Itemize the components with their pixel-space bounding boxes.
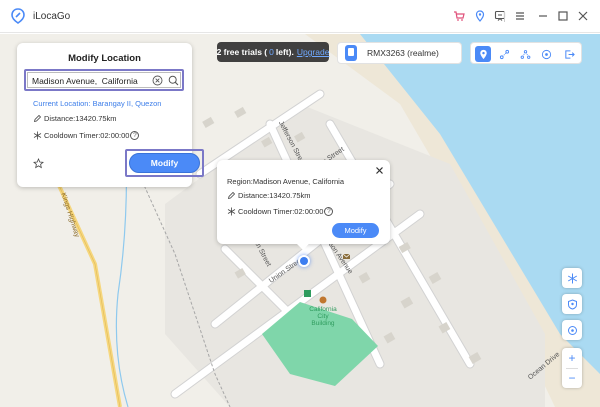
export-button[interactable] — [561, 46, 577, 62]
clear-icon[interactable] — [152, 75, 163, 86]
popup-close-icon[interactable] — [375, 166, 384, 175]
shield-icon — [567, 298, 577, 310]
distance-row: Distance:13420.75km — [33, 114, 117, 123]
multi-spot-mode-button[interactable] — [517, 46, 533, 62]
current-location: Current Location: Barangay II, Quezon — [33, 99, 162, 108]
location-icon — [479, 49, 487, 59]
trial-count: 0 — [269, 47, 274, 57]
joystick-mode-button[interactable] — [538, 46, 554, 62]
popup-cooldown-row: Cooldown Timer:02:00:00 ? — [227, 207, 334, 216]
cooldown-text: Cooldown Timer:02:00:00 — [44, 131, 130, 140]
mode-toolbar — [470, 42, 582, 64]
trial-banner: 2 free trials ( 0 left). Upgrade — [217, 42, 329, 62]
teleport-mode-button[interactable] — [475, 46, 491, 62]
trial-suffix: left). — [275, 47, 294, 57]
popup-cooldown-text: Cooldown Timer:02:00:00 — [238, 207, 324, 216]
device-selector[interactable]: RMX3263 (realme) — [337, 42, 462, 64]
panel-title: Modify Location — [68, 53, 141, 64]
favorite-star-icon[interactable] — [33, 158, 44, 169]
cart-icon[interactable] — [452, 9, 466, 23]
phone-icon — [345, 45, 357, 61]
location-popup: Region:Madison Avenue, California Distan… — [217, 160, 390, 250]
location-pin-marker[interactable] — [298, 255, 310, 267]
shield-button[interactable] — [562, 294, 582, 314]
export-icon — [564, 49, 575, 59]
zoom-out-button[interactable]: − — [562, 368, 582, 388]
snowflake-icon — [227, 207, 236, 216]
pencil-icon — [227, 191, 236, 200]
zoom-control: + − — [562, 348, 582, 388]
title-bar: iLocaGo — [0, 0, 600, 33]
popup-distance-row: Distance:13420.75km — [227, 191, 311, 200]
route-icon — [499, 49, 509, 59]
pencil-icon — [33, 114, 42, 123]
close-icon[interactable] — [576, 9, 590, 23]
upgrade-link[interactable]: Upgrade — [297, 47, 330, 57]
location-pin-icon[interactable] — [473, 9, 487, 23]
joystick-icon — [541, 49, 551, 59]
snowflake-icon — [33, 131, 42, 140]
multi-route-icon — [520, 49, 530, 59]
modify-highlight: Modify — [125, 149, 204, 177]
search-icon[interactable] — [168, 75, 179, 86]
search-input[interactable] — [32, 75, 142, 87]
zoom-in-button[interactable]: + — [562, 348, 582, 368]
popup-distance-text: Distance:13420.75km — [238, 191, 311, 200]
search-highlight — [24, 69, 184, 91]
two-spot-mode-button[interactable] — [496, 46, 512, 62]
poi-label-line-1: California — [309, 306, 337, 313]
modify-button[interactable]: Modify — [129, 153, 200, 173]
cooldown-toggle-button[interactable] — [562, 268, 582, 288]
poi-label-city-building: California City Building — [305, 306, 341, 327]
modify-location-panel: Modify Location Current Location: Barang… — [17, 43, 204, 187]
search-box — [27, 72, 181, 88]
device-name: RMX3263 (realme) — [367, 48, 439, 58]
popup-region: Region:Madison Avenue, California — [227, 177, 345, 186]
poi-label-line-2: City Building — [311, 313, 335, 327]
distance-text: Distance:13420.75km — [44, 114, 117, 123]
trial-prefix: 2 free trials ( — [216, 47, 268, 57]
app-title: iLocaGo — [33, 11, 71, 22]
menu-icon[interactable] — [513, 9, 527, 23]
crosshair-icon — [567, 325, 577, 335]
help-icon[interactable]: ? — [130, 131, 140, 140]
center-location-button[interactable] — [562, 320, 582, 340]
title-bar-divider — [504, 11, 505, 22]
minimize-icon[interactable] — [536, 9, 550, 23]
snowflake-icon — [567, 273, 577, 283]
cooldown-row: Cooldown Timer:02:00:00 ? — [33, 131, 140, 140]
app-logo-icon — [11, 8, 25, 24]
popup-modify-button[interactable]: Modify — [332, 223, 379, 238]
maximize-icon[interactable] — [556, 9, 570, 23]
popup-help-icon[interactable]: ? — [324, 207, 334, 216]
